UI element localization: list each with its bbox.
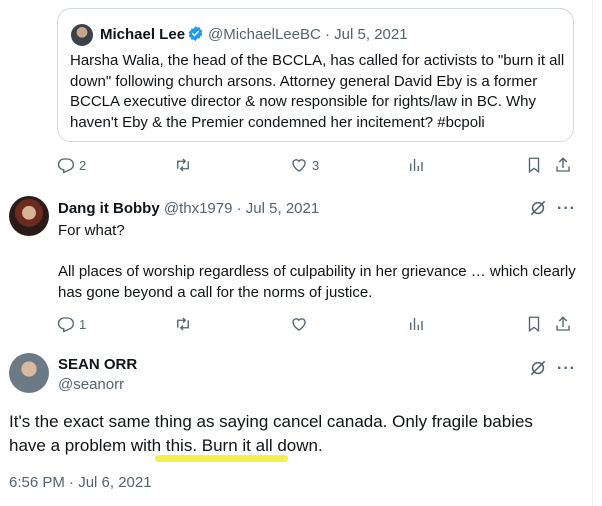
author-name[interactable]: Michael Lee	[100, 26, 185, 43]
grok-icon[interactable]	[528, 358, 548, 378]
quoted-tweet-card[interactable]: Michael Lee @MichaelLeeBC · Jul 5, 2021 H…	[57, 8, 574, 142]
share-icon	[556, 316, 570, 331]
avatar[interactable]	[9, 196, 49, 236]
retweet-icon	[177, 317, 189, 331]
author-name[interactable]: Dang it Bobby	[58, 200, 160, 217]
reply-count: 2	[79, 157, 87, 173]
views-icon	[410, 318, 423, 330]
avatar[interactable]	[71, 24, 93, 46]
retweet-button[interactable]	[174, 154, 192, 176]
reply-button[interactable]: 1	[57, 313, 86, 335]
timeline-border	[592, 0, 593, 506]
views-icon	[410, 159, 423, 171]
tweet-date[interactable]: Jul 5, 2021	[246, 200, 319, 217]
heart-icon	[292, 159, 306, 172]
views-button[interactable]	[407, 313, 425, 335]
author-handle[interactable]: @seanorr	[58, 376, 124, 394]
reply-count: 1	[79, 316, 87, 332]
reply-text-line: All places of worship regardless of culp…	[58, 263, 576, 301]
reply-icon	[57, 317, 75, 333]
views-button[interactable]	[407, 154, 425, 176]
like-count: 3	[312, 157, 320, 173]
retweet-button[interactable]	[174, 313, 192, 335]
main-tweet-text: It's the exact same thing as saying canc…	[9, 412, 533, 455]
grok-icon[interactable]	[528, 198, 548, 218]
tweet-actions: 1	[57, 313, 577, 335]
avatar[interactable]	[9, 353, 49, 393]
retweet-icon	[177, 158, 189, 172]
bookmark-button[interactable]	[525, 313, 543, 335]
more-icon[interactable]: ···	[557, 361, 576, 377]
reply-button[interactable]: 2	[57, 154, 86, 176]
quoted-tweet-text: Harsha Walia, the head of the BCCLA, has…	[70, 52, 565, 131]
heart-icon	[292, 318, 306, 331]
tweet-date[interactable]: Jul 5, 2021	[334, 26, 407, 43]
reply-text-line: For what?	[58, 222, 125, 239]
author-handle[interactable]: @thx1979	[164, 200, 233, 217]
share-button[interactable]	[554, 313, 572, 335]
bookmark-icon	[528, 316, 540, 333]
more-icon[interactable]: ···	[557, 201, 576, 217]
reply-icon	[57, 158, 75, 174]
share-button[interactable]	[554, 154, 572, 176]
tweet-timestamp[interactable]: 6:56 PM · Jul 6, 2021	[9, 474, 152, 492]
bookmark-button[interactable]	[525, 154, 543, 176]
verified-badge-icon	[188, 26, 203, 41]
separator: ·	[320, 26, 335, 43]
author-handle[interactable]: @MichaelLeeBC	[208, 26, 321, 43]
like-button[interactable]	[290, 313, 308, 335]
reply-tweet-header: Dang it Bobby @thx1979 · Jul 5, 2021	[58, 200, 319, 218]
share-icon	[556, 157, 570, 172]
separator: ·	[232, 200, 246, 217]
author-name[interactable]: SEAN ORR	[58, 356, 137, 374]
bookmark-icon	[528, 157, 540, 174]
tweet-actions: 2 3	[57, 154, 577, 176]
quoted-tweet-header: Michael Lee @MichaelLeeBC · Jul 5, 2021	[100, 25, 408, 44]
like-button[interactable]: 3	[290, 154, 319, 176]
